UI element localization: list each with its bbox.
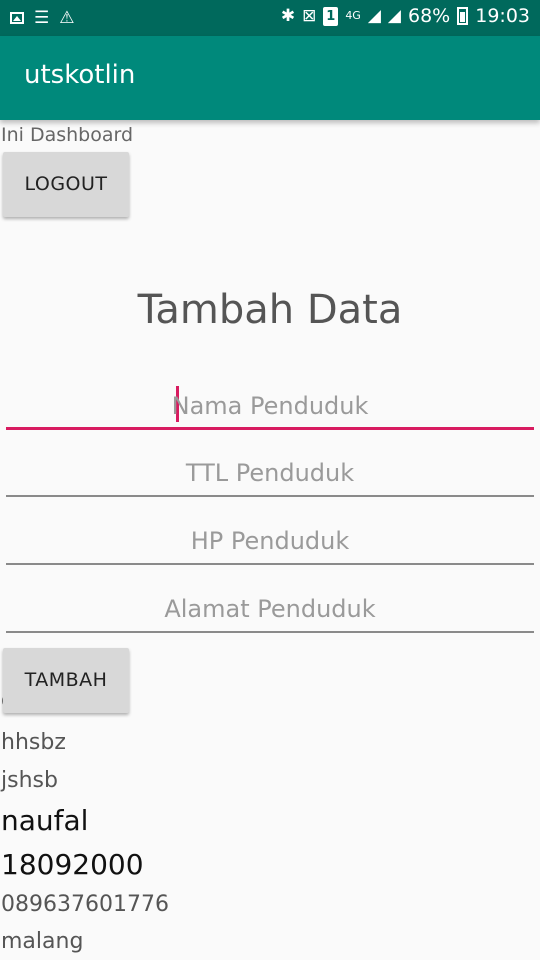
sim-icon: 1 bbox=[323, 6, 339, 26]
logout-button[interactable]: LOGOUT bbox=[3, 152, 129, 217]
app-title: utskotlin bbox=[24, 60, 136, 90]
ttl-penduduk-underline bbox=[6, 495, 534, 497]
list-item: 089637601776 bbox=[1, 892, 169, 917]
alamat-penduduk-field[interactable]: Alamat Penduduk bbox=[6, 589, 534, 633]
status-bar-right: ✱ ⊠ 1 4G ◢ ◢ 68% 19:03 bbox=[281, 5, 530, 27]
network-type: 4G bbox=[345, 9, 361, 22]
list-item: malang bbox=[1, 929, 84, 954]
signal-icon-2: ◢ bbox=[387, 6, 401, 26]
warning-icon: ⚠ bbox=[59, 8, 75, 28]
list-icon: ☰ bbox=[34, 8, 50, 28]
app-bar: utskotlin bbox=[0, 36, 540, 120]
clock: 19:03 bbox=[475, 5, 530, 27]
dashboard-label: Ini Dashboard bbox=[1, 124, 134, 146]
list-item: hhsbz bbox=[1, 730, 66, 755]
battery-icon bbox=[457, 7, 469, 25]
alamat-penduduk-underline bbox=[6, 631, 534, 633]
signal-icon: ◢ bbox=[367, 6, 381, 26]
status-bar: ☰ ⚠ ✱ ⊠ 1 4G ◢ ◢ 68% 19:03 bbox=[0, 0, 540, 36]
status-bar-left: ☰ ⚠ bbox=[10, 8, 75, 28]
battery-percent: 68% bbox=[408, 5, 451, 27]
list-item: 18092000 bbox=[1, 848, 144, 881]
alamat-penduduk-placeholder: Alamat Penduduk bbox=[164, 595, 376, 623]
nama-penduduk-field[interactable]: Nama Penduduk bbox=[6, 386, 534, 430]
tambah-button[interactable]: TAMBAH bbox=[3, 648, 129, 713]
form-heading: Tambah Data bbox=[137, 287, 403, 333]
list-item: naufal bbox=[1, 804, 89, 837]
ttl-penduduk-placeholder: TTL Penduduk bbox=[185, 459, 355, 487]
hp-penduduk-underline bbox=[6, 563, 534, 565]
nama-penduduk-placeholder: Nama Penduduk bbox=[171, 392, 369, 420]
list-item: jshsb bbox=[1, 768, 58, 793]
ttl-penduduk-field[interactable]: TTL Penduduk bbox=[6, 453, 534, 497]
image-icon bbox=[10, 12, 24, 24]
bluetooth-icon: ✱ bbox=[280, 6, 296, 26]
hp-penduduk-placeholder: HP Penduduk bbox=[190, 527, 350, 555]
nama-penduduk-underline bbox=[6, 427, 534, 430]
hp-penduduk-field[interactable]: HP Penduduk bbox=[6, 521, 534, 565]
vibrate-icon: ⊠ bbox=[302, 6, 317, 26]
